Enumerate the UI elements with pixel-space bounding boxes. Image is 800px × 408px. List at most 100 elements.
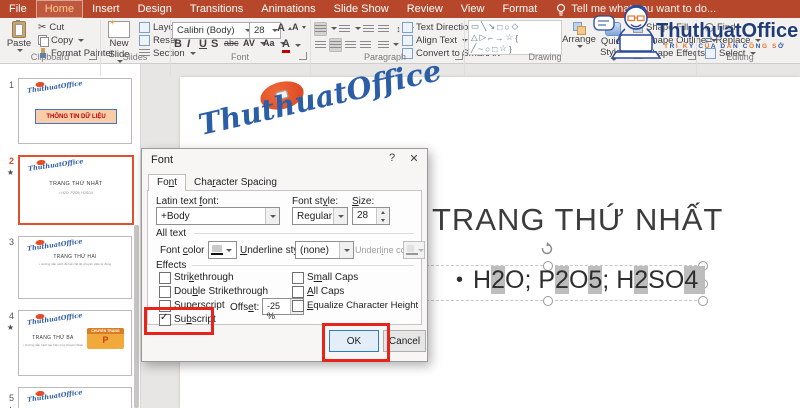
scribble-shape-icon[interactable]: ~ xyxy=(478,44,483,54)
grow-font-button[interactable]: A xyxy=(277,22,292,34)
drawing-dialog-launcher[interactable] xyxy=(688,52,696,60)
new-slide-icon xyxy=(108,18,130,38)
align-center-button[interactable] xyxy=(329,38,342,52)
star-shape-icon[interactable]: ☆ xyxy=(506,32,514,43)
size-spinner[interactable]: 28 xyxy=(352,207,390,225)
dialog-tab-character-spacing[interactable]: Character Spacing xyxy=(186,175,285,191)
tab-view[interactable]: View xyxy=(452,0,494,18)
text-shadow-button[interactable]: S xyxy=(211,38,218,50)
align-left-button[interactable] xyxy=(314,38,327,52)
numbering-button[interactable] xyxy=(338,22,351,36)
dialog-tab-font[interactable]: Font xyxy=(148,174,187,191)
paste-label: Paste xyxy=(6,38,32,49)
underline-style-select[interactable]: (none) xyxy=(295,241,354,259)
align-right-button[interactable] xyxy=(344,38,357,52)
tab-animations[interactable]: Animations xyxy=(252,0,324,18)
reset-icon xyxy=(139,35,150,46)
star-outline-shape-icon[interactable]: ☆ xyxy=(499,43,507,54)
shapes-gallery[interactable]: ▭ ╲ ↘ □ ○ ◇ △ ▷ ⌐ → ☆{╱ ~ ○ □ ☆} xyxy=(468,20,562,55)
dialog-tabs: Font Character Spacing xyxy=(148,173,285,191)
thumbnail-slide-2[interactable]: ThuthuatOffice TRANG THỨ NHẤT • H2O; P2O… xyxy=(18,155,134,225)
tab-design[interactable]: Design xyxy=(129,0,181,18)
selected-text: 2 xyxy=(634,266,649,294)
slide-number: 3 xyxy=(8,237,14,247)
line-shape-icon[interactable]: ╲ xyxy=(481,21,486,32)
right-triangle-shape-icon[interactable]: ▷ xyxy=(480,32,487,43)
replace-button[interactable]: ⇄ Replace xyxy=(705,35,762,46)
circle-shape-icon[interactable]: ○ xyxy=(485,44,490,54)
tab-slide-show[interactable]: Slide Show xyxy=(325,0,398,18)
strikethrough-checkbox[interactable] xyxy=(159,272,171,284)
selected-text: 4 xyxy=(684,266,706,294)
slide-title[interactable]: TRANG THỨ NHẤT xyxy=(432,202,723,238)
thumbnail-slide-5[interactable]: ThuthuatOffice xyxy=(18,387,132,408)
square-shape-icon[interactable]: □ xyxy=(492,44,497,54)
mini-logo: ThuthuatOffice xyxy=(26,79,83,95)
right-arrow-shape-icon[interactable]: → xyxy=(495,33,504,43)
formula-line[interactable]: • H2O; P2O5; H2SO4 xyxy=(456,266,706,295)
tab-insert[interactable]: Insert xyxy=(83,0,129,18)
all-caps-checkbox[interactable] xyxy=(292,286,304,298)
thumbnail-slide-3[interactable]: ThuthuatOffice TRANG THỨ HAI • Hướng dẫn… xyxy=(18,236,132,299)
rectangle-shape-icon[interactable]: □ xyxy=(497,22,502,32)
tab-file[interactable]: File xyxy=(0,0,36,18)
thumb1-databox: THÔNG TIN DỮ LIỆU xyxy=(35,109,117,124)
clipboard-dialog-launcher[interactable] xyxy=(89,52,97,60)
copy-button[interactable]: Copy xyxy=(38,35,85,47)
italic-button[interactable]: I xyxy=(187,38,190,50)
font-color-button[interactable]: A xyxy=(282,38,301,53)
paragraph-dialog-launcher[interactable] xyxy=(455,52,463,60)
quick-styles-icon xyxy=(605,22,621,36)
tab-format[interactable]: Format xyxy=(493,0,546,18)
rotation-handle[interactable] xyxy=(540,242,554,256)
paste-button[interactable]: Paste xyxy=(4,20,34,52)
curve-shape-icon[interactable]: ╱ xyxy=(471,43,476,54)
thumbnail-slide-1[interactable]: ThuthuatOffice THÔNG TIN DỮ LIỆU xyxy=(18,78,132,144)
arrow-down-right-shape-icon[interactable]: ↘ xyxy=(488,21,495,32)
bold-button[interactable]: B xyxy=(174,38,182,50)
brace-left-shape-icon[interactable]: { xyxy=(515,33,518,43)
underline-button[interactable]: U xyxy=(199,38,207,50)
thumbnail-scrollbar[interactable] xyxy=(134,225,139,408)
thumbnail-slide-4[interactable]: ThuthuatOffice TRANG THỨ BA • Hướng dẫn … xyxy=(18,310,132,376)
font-dialog-launcher[interactable] xyxy=(299,52,307,60)
font-style-select[interactable]: Regular xyxy=(292,207,348,225)
triangle-shape-icon[interactable]: △ xyxy=(471,32,478,43)
bullets-button[interactable] xyxy=(314,22,327,36)
shape-effects-button[interactable]: Shape Effects xyxy=(633,48,716,59)
handle-bottom-right[interactable] xyxy=(698,296,708,306)
equalize-height-checkbox[interactable] xyxy=(292,300,304,312)
cut-button[interactable]: ✂ Cut xyxy=(38,22,64,33)
columns-button[interactable] xyxy=(377,38,390,52)
tab-home[interactable]: Home xyxy=(35,0,84,18)
shape-fill-button[interactable]: Shape Fill xyxy=(633,22,700,33)
tab-transitions[interactable]: Transitions xyxy=(181,0,252,18)
justify-button[interactable] xyxy=(359,38,372,52)
align-text-button[interactable]: Align Text xyxy=(402,35,469,46)
small-caps-checkbox[interactable] xyxy=(292,272,304,284)
double-strikethrough-checkbox[interactable] xyxy=(159,286,171,298)
decrease-indent-button[interactable] xyxy=(362,22,375,36)
find-button[interactable]: Find xyxy=(705,22,735,33)
strikethrough-button[interactable]: abc xyxy=(224,38,239,48)
corner-shape-icon[interactable]: ⌐ xyxy=(488,33,493,43)
size-up-button[interactable] xyxy=(377,208,389,216)
tab-review[interactable]: Review xyxy=(398,0,452,18)
font-color-picker[interactable] xyxy=(208,241,237,259)
slide-number: 2 xyxy=(8,156,14,166)
size-down-button[interactable] xyxy=(377,216,389,224)
oval-shape-icon[interactable]: ○ xyxy=(504,22,509,32)
font-name-select[interactable]: Calibri (Body) xyxy=(172,22,254,39)
handle-bottom-center[interactable] xyxy=(543,296,553,306)
shrink-font-button[interactable]: A xyxy=(292,22,306,32)
diamond-shape-icon[interactable]: ◇ xyxy=(512,21,519,32)
quick-styles-button[interactable]: Quick Styles xyxy=(597,22,629,61)
ok-highlight-box xyxy=(322,323,390,362)
latin-font-select[interactable]: +Body xyxy=(156,207,280,225)
dialog-help-button[interactable]: ? xyxy=(383,152,401,164)
dialog-close-button[interactable]: ✕ xyxy=(405,152,423,165)
tell-me-box[interactable]: Tell me what you want to do... xyxy=(556,0,716,18)
arrange-button[interactable]: Arrange xyxy=(562,22,596,48)
text-box-shape-icon[interactable]: ▭ xyxy=(471,21,479,32)
increase-indent-button[interactable] xyxy=(377,22,390,36)
